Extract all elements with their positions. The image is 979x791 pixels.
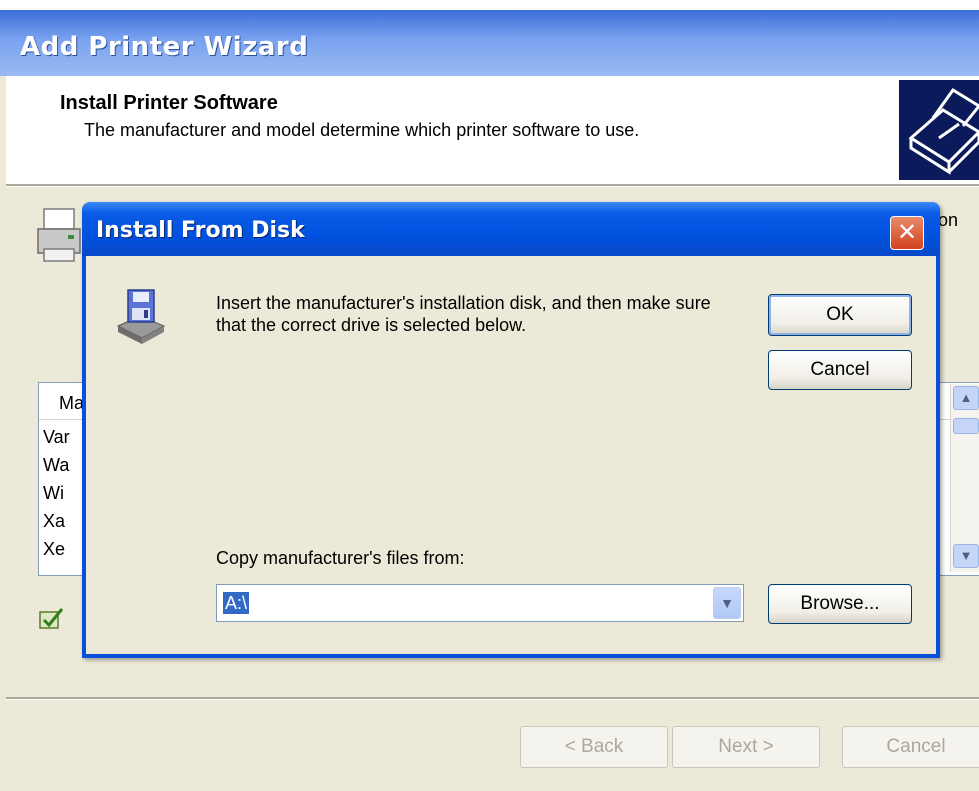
ok-button[interactable]: OK (768, 294, 912, 336)
dialog-body: Insert the manufacturer's installation d… (86, 256, 936, 654)
floppy-disk-icon (116, 288, 166, 351)
scroll-up-button[interactable]: ▲ (953, 386, 979, 410)
list-item[interactable]: Wi (43, 483, 64, 504)
footer-separator (6, 697, 979, 700)
copy-files-label: Copy manufacturer's files from: (216, 548, 465, 568)
source-path-value[interactable]: A:\ (223, 592, 250, 614)
list-item[interactable]: Xe (43, 539, 65, 560)
source-path-combobox[interactable]: A:\ ▼ (216, 584, 744, 622)
wizard-header-subtitle: The manufacturer and model determine whi… (84, 120, 640, 140)
back-button[interactable]: < Back (520, 726, 668, 768)
list-item[interactable]: Wa (43, 455, 69, 476)
dialog-title: Install From Disk (96, 218, 305, 243)
partial-label-text: on (938, 210, 959, 230)
list-item[interactable]: Xa (43, 511, 65, 532)
install-from-disk-dialog: Install From Disk ✕ Insert the manufactu… (82, 202, 940, 658)
window-top-edge (0, 0, 979, 10)
dialog-titlebar[interactable]: Install From Disk ✕ (82, 202, 940, 256)
wizard-header: Install Printer Software The manufacture… (6, 76, 979, 184)
browse-button[interactable]: Browse... (768, 584, 912, 624)
next-button[interactable]: Next > (672, 726, 820, 768)
header-separator (6, 184, 979, 187)
chevron-down-icon[interactable]: ▼ (713, 587, 741, 619)
close-icon: ✕ (896, 218, 918, 246)
close-button[interactable]: ✕ (890, 216, 924, 250)
printer-install-icon (899, 80, 979, 180)
printer-icon (34, 205, 84, 270)
manufacturer-column-header: Ma (59, 393, 85, 413)
list-item[interactable]: Var (43, 427, 70, 448)
wizard-titlebar[interactable]: Add Printer Wizard (0, 10, 979, 76)
wizard-cancel-button[interactable]: Cancel (842, 726, 979, 768)
dialog-message: Insert the manufacturer's installation d… (216, 293, 711, 335)
checkmark-icon (38, 606, 66, 637)
list-scrollbar[interactable]: ▲ ▼ (950, 384, 979, 572)
dialog-cancel-button[interactable]: Cancel (768, 350, 912, 390)
scroll-down-button[interactable]: ▼ (953, 544, 979, 568)
wizard-title: Add Printer Wizard (20, 32, 309, 62)
wizard-header-title: Install Printer Software (60, 92, 278, 114)
scroll-thumb[interactable] (953, 418, 979, 434)
